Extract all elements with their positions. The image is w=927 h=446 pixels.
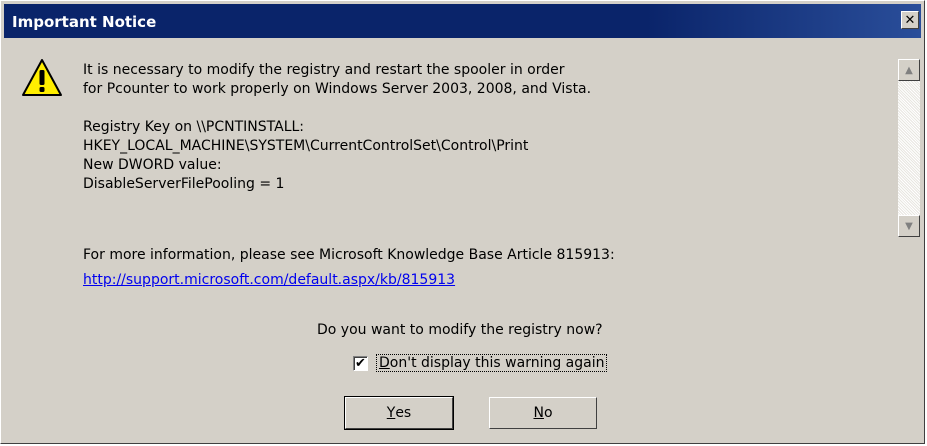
arrow-up-icon: ▲ [905,64,913,76]
mnemonic-letter: N [533,405,544,421]
message-line: DisableServerFilePooling = 1 [83,176,285,192]
message-line: for Pcounter to work properly on Windows… [83,81,592,97]
kb-article-link[interactable]: http://support.microsoft.com/default.asp… [83,272,455,288]
message-scrollbar[interactable]: ▲ ▼ [898,59,920,237]
message-text: It is necessary to modify the registry a… [83,61,873,211]
scroll-down-button[interactable]: ▼ [898,215,920,237]
scroll-up-button[interactable]: ▲ [898,59,920,81]
yes-button[interactable]: Yes [344,396,454,430]
dont-display-checkbox[interactable]: ✔ [353,355,368,371]
warning-icon [22,59,62,96]
no-button[interactable]: No [489,397,597,429]
close-button[interactable]: ✕ [901,11,919,29]
title-bar[interactable]: Important Notice ✕ [4,4,921,38]
button-label-rest: o [543,405,553,421]
dialog-window: Important Notice ✕ It is necessary to mo… [0,0,925,444]
mnemonic-letter: D [379,355,390,371]
button-label-rest: es [395,405,412,421]
arrow-down-icon: ▼ [905,220,913,232]
message-line: Registry Key on \\PCNTINSTALL: [83,119,305,135]
dont-display-checkbox-row[interactable]: ✔ Don't display this warning again [353,354,608,372]
message-line: New DWORD value: [83,157,222,173]
message-line: HKEY_LOCAL_MACHINE\SYSTEM\CurrentControl… [83,138,529,154]
close-icon: ✕ [904,12,916,28]
mnemonic-letter: Y [386,405,396,421]
checkmark-icon: ✔ [355,355,366,371]
dialog-title: Important Notice [12,13,157,31]
message-line: It is necessary to modify the registry a… [83,62,565,78]
info-text: For more information, please see Microso… [83,247,615,263]
question-text: Do you want to modify the registry now? [317,322,603,338]
label-rest: on't display this warning again [389,355,605,371]
dont-display-label[interactable]: Don't display this warning again [376,354,608,372]
